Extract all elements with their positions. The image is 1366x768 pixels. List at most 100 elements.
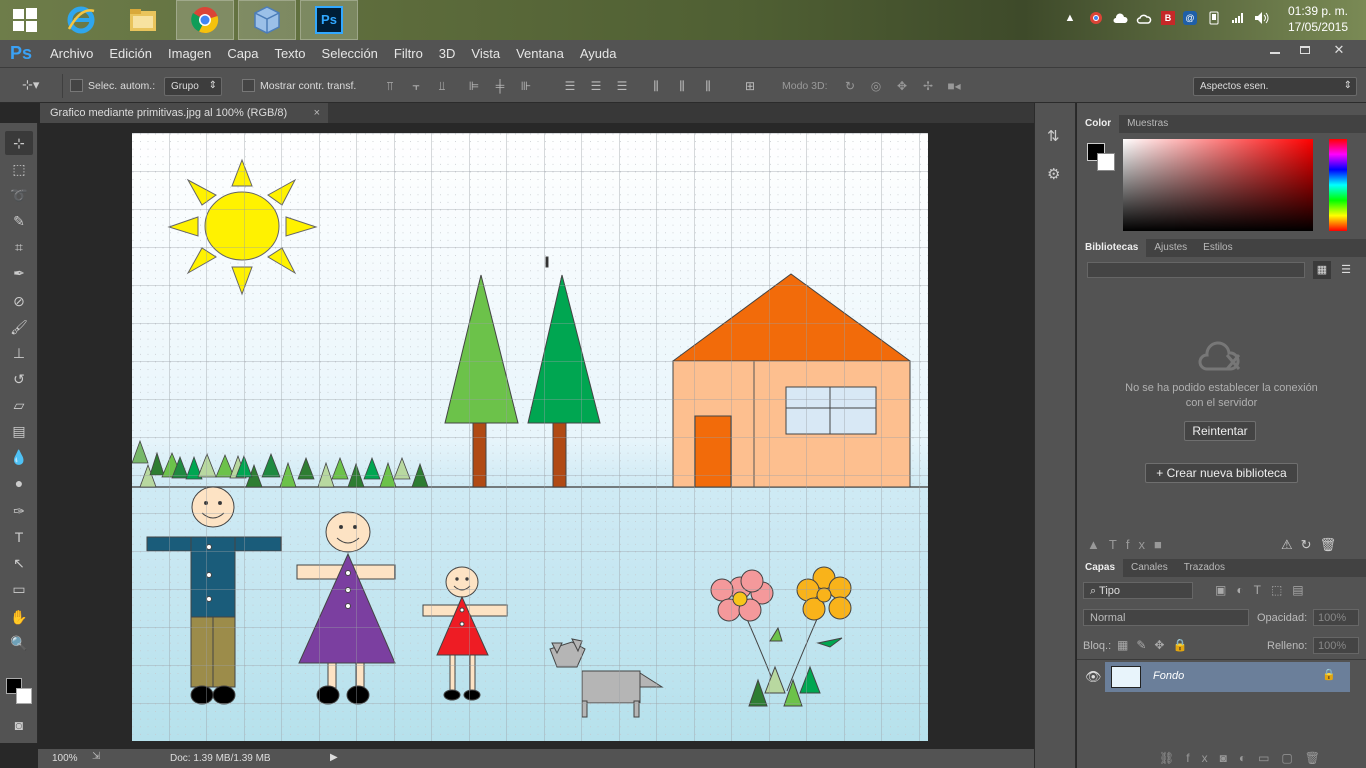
layer-filter-dropdown[interactable]: ⌕ Tipo [1083,582,1193,599]
retry-button[interactable]: Reintentar [1184,421,1256,441]
gradient-tool-icon[interactable]: ▤ [5,419,33,443]
rotate-3d-icon[interactable]: ↻ [842,78,858,94]
new-layer-icon[interactable]: ▢ [1281,751,1304,765]
menu-archivo[interactable]: Archivo [42,46,101,61]
photoshop-taskbar-button[interactable]: Ps [300,0,358,40]
workspace-dropdown[interactable]: Aspectos esen. ⇕ [1193,77,1357,96]
align-left-icon[interactable]: ⊫ [466,78,482,94]
virtualbox-taskbar-button[interactable] [238,0,296,40]
menu-ventana[interactable]: Ventana [508,46,572,61]
document-tab[interactable]: Grafico mediante primitivas.jpg al 100% … [40,103,328,123]
move-tool-icon[interactable]: ⊹ [5,131,33,155]
zoom-level[interactable]: 100% [52,753,78,764]
auto-align-icon[interactable]: ⊞ [742,78,758,94]
roll-3d-icon[interactable]: ◎ [868,78,884,94]
adjustment-filter-icon[interactable]: ◐ [1236,583,1253,597]
eyedropper-tool-icon[interactable]: ✒ [5,261,33,285]
align-bottom-icon[interactable]: ⫫ [434,78,450,94]
align-vcenter-icon[interactable]: ⫟ [408,78,424,94]
lasso-tool-icon[interactable]: ➰ [5,183,33,207]
menu-vista[interactable]: Vista [463,46,508,61]
restore-button[interactable] [1288,40,1322,60]
blend-mode-dropdown[interactable]: Normal [1083,609,1249,626]
library-select-dropdown[interactable] [1087,262,1305,278]
type-tool-icon[interactable]: T [5,525,33,549]
document-canvas[interactable] [131,133,928,741]
clone-stamp-tool-icon[interactable]: ⊥ [5,341,33,365]
distribute-hcenter-icon[interactable]: ⫼ [674,78,690,94]
align-hcenter-icon[interactable]: ╪ [492,78,508,94]
text-style-icon[interactable]: T [1109,537,1126,552]
layer-style-icon[interactable]: fx [1126,537,1154,552]
lock-all-icon[interactable]: 🔒 [1172,638,1195,652]
trash-icon[interactable]: 🗑 [1320,537,1345,552]
show-hidden-icons-icon[interactable]: ▲ [1062,10,1078,26]
menu-capa[interactable]: Capa [219,46,266,61]
file-explorer-taskbar-button[interactable] [114,0,172,40]
grid-view-icon[interactable]: ▦ [1313,261,1331,279]
brush-tool-icon[interactable]: 🖌 [5,315,33,339]
menu-ayuda[interactable]: Ayuda [572,46,625,61]
history-brush-tool-icon[interactable]: ↺ [5,367,33,391]
history-panel-icon[interactable]: ⇅ [1047,127,1060,145]
minimize-button[interactable] [1258,40,1292,60]
color-panel-background-swatch[interactable] [1097,153,1115,171]
menu-3d[interactable]: 3D [431,46,464,61]
crop-tool-icon[interactable]: ⌗ [5,235,33,259]
new-adjustment-icon[interactable]: ◐ [1239,751,1258,765]
path-selection-tool-icon[interactable]: ↖ [5,551,33,575]
shape-filter-icon[interactable]: ⬚ [1271,583,1292,597]
zoom-tool-icon[interactable]: 🔍 [5,631,33,655]
export-icon[interactable]: ⇲ [92,751,100,762]
smart-object-filter-icon[interactable]: ▤ [1292,583,1313,597]
blur-tool-icon[interactable]: 💧 [5,445,33,469]
properties-panel-icon[interactable]: ⚙ [1047,165,1060,183]
slide-3d-icon[interactable]: ✢ [920,78,936,94]
status-menu-arrow-icon[interactable]: ▶ [330,752,338,763]
pan-3d-icon[interactable]: ✥ [894,78,910,94]
dodge-tool-icon[interactable]: ● [5,471,33,495]
background-color-swatch[interactable] [16,688,32,704]
distribute-right-icon[interactable]: ⫼ [700,78,716,94]
delete-layer-icon[interactable]: 🗑 [1305,751,1332,765]
tab-color[interactable]: Color [1077,115,1120,133]
menu-seleccion[interactable]: Selección [314,46,386,61]
tab-estilos[interactable]: Estilos [1195,239,1240,257]
rectangle-tool-icon[interactable]: ▭ [5,577,33,601]
align-right-icon[interactable]: ⊪ [518,78,534,94]
scale-3d-icon[interactable]: ■◂ [946,78,962,94]
antivirus-tray-icon[interactable]: B [1160,10,1176,26]
tab-muestras[interactable]: Muestras [1119,115,1176,133]
creative-cloud-tray-icon[interactable] [1136,10,1152,26]
volume-icon[interactable] [1254,10,1270,26]
graphic-icon[interactable]: ▲ [1087,537,1109,552]
lock-pixels-icon[interactable]: ✎ [1136,638,1154,652]
show-transform-checkbox[interactable] [242,79,255,92]
hand-tool-icon[interactable]: ✋ [5,605,33,629]
link-layers-icon[interactable]: ⛓ [1159,751,1186,765]
pen-tool-icon[interactable]: ✑ [5,499,33,523]
close-window-button[interactable]: ✕ [1322,40,1356,60]
windows-start-button[interactable] [0,0,50,40]
list-view-icon[interactable]: ☰ [1337,261,1355,279]
internet-explorer-taskbar-button[interactable] [52,0,110,40]
system-clock[interactable]: 01:39 p. m. 17/05/2015 [1278,3,1358,35]
menu-imagen[interactable]: Imagen [160,46,219,61]
distribute-vcenter-icon[interactable]: ☰ [588,78,604,94]
opacity-input[interactable]: 100% [1313,609,1359,626]
lock-position-icon[interactable]: ✥ [1154,638,1172,652]
menu-texto[interactable]: Texto [266,46,313,61]
chrome-taskbar-button[interactable] [176,0,234,40]
healing-brush-tool-icon[interactable]: ⊘ [5,289,33,313]
tab-trazados[interactable]: Trazados [1176,559,1233,577]
tab-canales[interactable]: Canales [1123,559,1176,577]
tab-capas[interactable]: Capas [1077,559,1124,577]
quick-mask-icon[interactable]: ◙ [5,713,33,737]
fill-input[interactable]: 100% [1313,637,1359,654]
align-top-icon[interactable]: ⫪ [382,78,398,94]
tab-ajustes[interactable]: Ajustes [1146,239,1195,257]
layer-visibility-eye-icon[interactable]: 👁 [1085,669,1102,685]
device-tray-icon[interactable] [1206,10,1222,26]
tab-bibliotecas[interactable]: Bibliotecas [1077,239,1147,257]
menu-filtro[interactable]: Filtro [386,46,431,61]
